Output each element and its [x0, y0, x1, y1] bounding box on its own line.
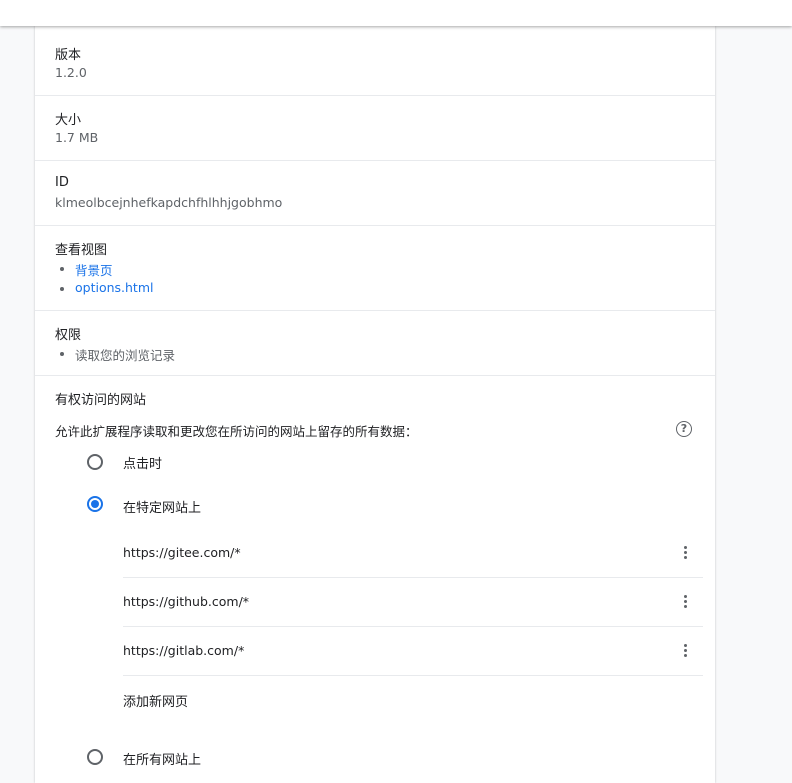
- site-row: https://gitee.com/*: [123, 528, 703, 578]
- version-section: 版本 1.2.0: [35, 26, 715, 96]
- more-vert-icon[interactable]: [680, 593, 692, 609]
- site-url: https://github.com/*: [123, 594, 250, 609]
- version-label: 版本: [55, 48, 82, 63]
- inspect-views-section: 查看视图 背景页 options.html: [35, 226, 715, 311]
- options-page-link[interactable]: options.html: [75, 280, 154, 295]
- size-label: 大小: [55, 113, 82, 128]
- background-page-link[interactable]: 背景页: [75, 260, 113, 279]
- radio-specific-sites-label[interactable]: 在特定网站上: [123, 497, 201, 516]
- size-value: 1.7 MB: [55, 130, 99, 145]
- permissions-section: 权限 读取您的浏览记录: [35, 311, 715, 376]
- size-section: 大小 1.7 MB: [35, 96, 715, 161]
- site-url: https://gitee.com/*: [123, 545, 241, 560]
- permissions-label: 权限: [55, 328, 82, 343]
- bullet-icon: [60, 352, 64, 356]
- radio-on-click[interactable]: [87, 454, 103, 470]
- inspect-views-label: 查看视图: [55, 243, 108, 258]
- bullet-icon: [60, 287, 64, 291]
- help-circle-icon[interactable]: ?: [676, 421, 692, 437]
- bullet-icon: [60, 267, 64, 271]
- extension-details-card: 版本 1.2.0 大小 1.7 MB ID klmeolbcejnhefkapd…: [35, 26, 715, 783]
- site-row: https://github.com/*: [123, 577, 703, 627]
- id-value: klmeolbcejnhefkapdchfhlhhjgobhmo: [55, 195, 283, 210]
- site-access-title: 有权访问的网站: [55, 393, 147, 408]
- site-access-description: 允许此扩展程序读取和更改您在所访问的网站上留存的所有数据：: [55, 424, 418, 439]
- more-vert-icon[interactable]: [680, 544, 692, 560]
- more-vert-icon[interactable]: [680, 642, 692, 658]
- version-value: 1.2.0: [55, 65, 87, 80]
- id-label: ID: [55, 175, 69, 190]
- radio-all-sites[interactable]: [87, 749, 103, 765]
- top-bar: [0, 0, 792, 26]
- add-site-link[interactable]: 添加新网页: [123, 691, 188, 710]
- radio-all-sites-label[interactable]: 在所有网站上: [123, 749, 201, 768]
- id-section: ID klmeolbcejnhefkapdchfhlhhjgobhmo: [35, 161, 715, 226]
- site-url: https://gitlab.com/*: [123, 643, 245, 658]
- radio-on-click-label[interactable]: 点击时: [123, 453, 162, 472]
- site-row: https://gitlab.com/*: [123, 626, 703, 676]
- radio-specific-sites[interactable]: [87, 496, 103, 512]
- permission-text: 读取您的浏览记录: [75, 348, 176, 363]
